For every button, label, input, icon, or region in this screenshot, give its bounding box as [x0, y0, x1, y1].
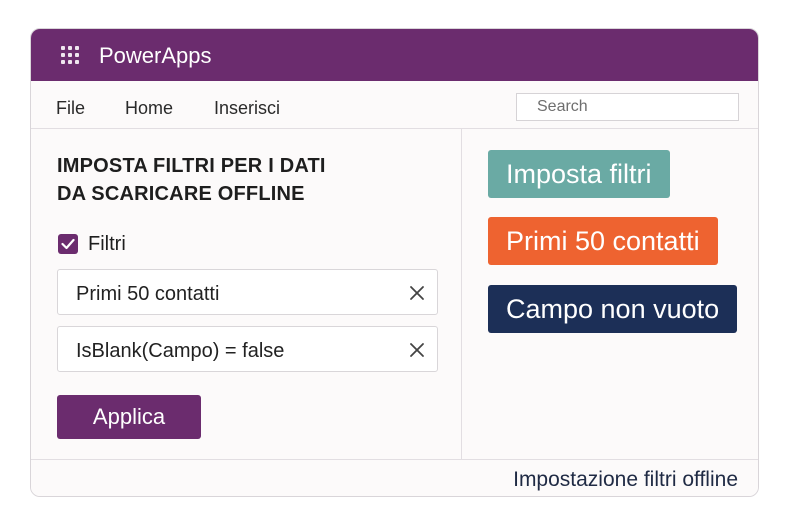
apply-button[interactable]: Applica — [57, 395, 201, 439]
filter-item-text: Primi 50 contatti — [76, 283, 220, 305]
app-title: PowerApps — [99, 43, 212, 68]
filter-item-top-50[interactable]: Primi 50 contatti — [57, 269, 438, 315]
close-icon[interactable] — [407, 283, 427, 303]
title-bar: PowerApps — [31, 29, 758, 81]
filter-tags-panel: Imposta filtri Primi 50 contatti Campo n… — [462, 129, 758, 459]
panel-heading: IMPOSTA FILTRI PER I DATI DA SCARICARE O… — [57, 152, 437, 208]
status-footer: Impostazione filtri offline — [31, 459, 758, 496]
tag-campo-non-vuoto-button[interactable]: Campo non vuoto — [488, 285, 738, 333]
tag-primi-50-button[interactable]: Primi 50 contatti — [488, 217, 718, 265]
filter-settings-panel: IMPOSTA FILTRI PER I DATI DA SCARICARE O… — [31, 129, 462, 459]
panel-heading-line-2: DA SCARICARE OFFLINE — [57, 183, 305, 205]
menu-bar: File Home Inserisci — [31, 81, 758, 129]
menu-item-home[interactable]: Home — [125, 97, 173, 119]
checkmark-icon — [61, 238, 75, 250]
app-window: PowerApps File Home Inserisci IMPOSTA FI… — [30, 28, 759, 497]
tag-imposta-filtri-button[interactable]: Imposta filtri — [488, 150, 670, 198]
filters-checkbox-label: Filtri — [88, 233, 126, 255]
panel-heading-line-1: IMPOSTA FILTRI PER I DATI — [57, 155, 326, 177]
filter-item-isblank[interactable]: IsBlank(Campo) = false — [57, 326, 438, 372]
filters-checkbox[interactable] — [58, 234, 78, 254]
waffle-icon[interactable] — [61, 46, 79, 64]
search-input[interactable] — [516, 93, 739, 121]
menu-item-file[interactable]: File — [56, 97, 85, 119]
filter-item-text: IsBlank(Campo) = false — [76, 340, 285, 362]
close-icon[interactable] — [407, 340, 427, 360]
menu-item-inserisci[interactable]: Inserisci — [214, 97, 280, 119]
footer-text: Impostazione filtri offline — [513, 468, 738, 491]
